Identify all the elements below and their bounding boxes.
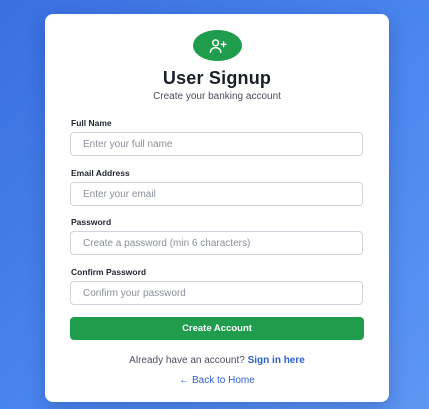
signin-link[interactable]: Sign in here	[248, 355, 305, 366]
user-plus-icon	[209, 38, 227, 53]
signin-prompt: Already have an account? Sign in here	[45, 355, 389, 366]
full-name-input[interactable]	[70, 132, 363, 156]
password-label: Password	[71, 217, 112, 227]
signup-card: User Signup Create your banking account …	[45, 14, 389, 402]
have-account-text: Already have an account?	[129, 355, 245, 366]
email-label: Email Address	[71, 168, 130, 178]
create-account-button[interactable]: Create Account	[70, 317, 364, 340]
confirm-password-input[interactable]	[70, 281, 363, 305]
full-name-label: Full Name	[71, 118, 112, 128]
signup-avatar-badge	[193, 30, 242, 61]
back-to-home-link[interactable]: ← Back to Home	[45, 375, 389, 386]
email-input[interactable]	[70, 182, 363, 206]
page-subtitle: Create your banking account	[153, 91, 281, 102]
password-input[interactable]	[70, 231, 363, 255]
confirm-password-label: Confirm Password	[71, 267, 147, 277]
page-title: User Signup	[162, 68, 272, 88]
